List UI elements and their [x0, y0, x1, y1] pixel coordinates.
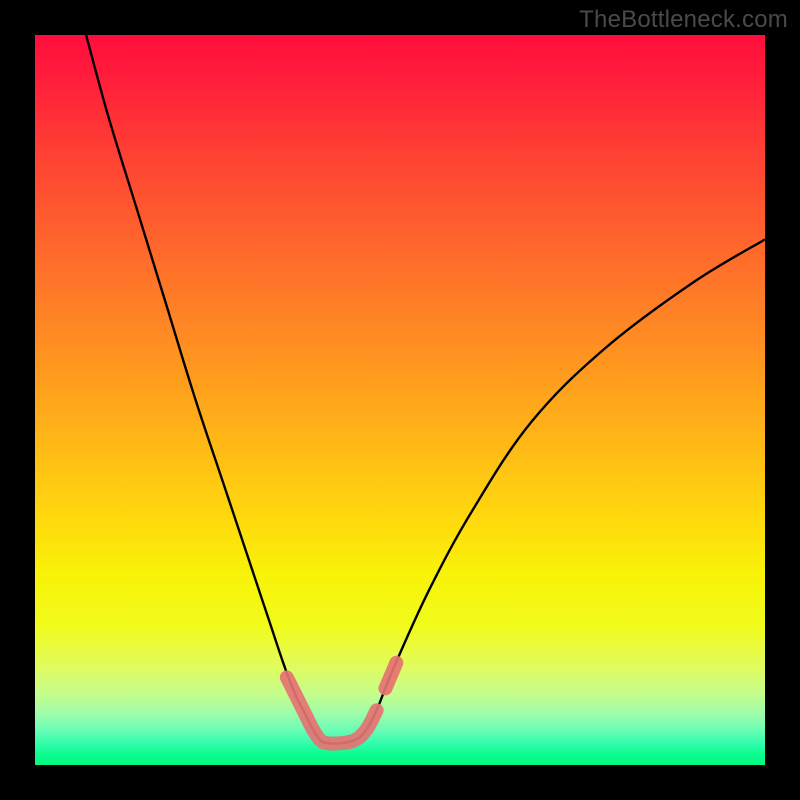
curve-layer — [35, 35, 765, 765]
watermark-text: TheBottleneck.com — [579, 6, 788, 34]
chart-frame: TheBottleneck.com — [0, 0, 800, 800]
bottleneck-curve — [86, 35, 765, 744]
highlight-segment — [287, 677, 377, 743]
highlight-segment-2 — [385, 663, 396, 689]
plot-area — [35, 35, 765, 765]
